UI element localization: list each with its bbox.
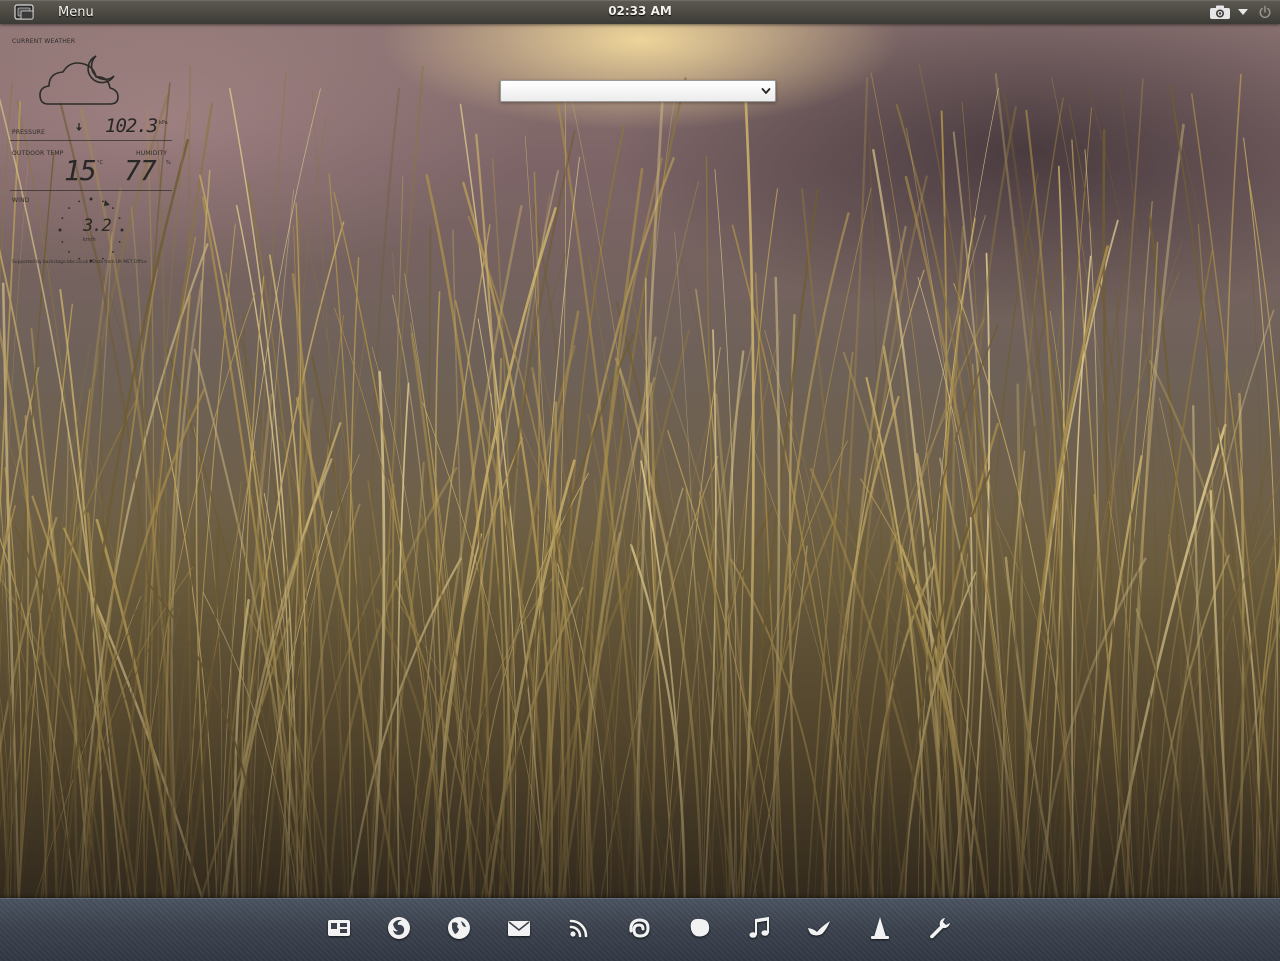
dock-item-browser[interactable]: [444, 913, 474, 943]
chat-spiral-icon: [629, 918, 650, 938]
mail-icon: [508, 921, 530, 936]
top-panel: Menu 02:33 AM: [0, 0, 1280, 24]
weather-widget: CURRENT WEATHER PRESSURE 102.3 kPa OUTDO…: [10, 36, 174, 272]
dock-item-files[interactable]: [324, 913, 354, 943]
dock-item-settings[interactable]: [925, 913, 955, 943]
divider: [10, 190, 172, 191]
pressure-unit: kPa: [159, 120, 168, 126]
firefox-icon: [388, 917, 410, 939]
outdoor-temp-value: 15: [64, 154, 97, 187]
dock-item-mail[interactable]: [504, 913, 534, 943]
camera-icon[interactable]: [1208, 4, 1232, 20]
dock-item-vlc[interactable]: [865, 913, 895, 943]
grass-wallpaper-image: [0, 64, 1280, 900]
dock-item-music[interactable]: [744, 913, 774, 943]
music-note-icon: [749, 916, 769, 938]
temp-unit: °C: [97, 160, 103, 166]
files-icon: [328, 920, 350, 936]
wind-value: 3.2: [83, 216, 112, 236]
dock-item-firefox[interactable]: [384, 913, 414, 943]
cloud-moon-icon: [39, 55, 119, 105]
weather-credits: Supported by backstage.bbc.co.uk / Data …: [12, 260, 147, 265]
panel-clock[interactable]: 02:33 AM: [608, 4, 672, 18]
power-icon[interactable]: [1258, 5, 1272, 19]
humidity-unit: %: [166, 160, 171, 166]
dock: [0, 898, 1280, 961]
desktop-wallpaper: [0, 0, 1280, 960]
weather-title: CURRENT WEATHER: [12, 38, 76, 45]
humidity-value: 77: [124, 154, 157, 187]
pressure-falling-icon: [76, 123, 82, 131]
pressure-label: PRESSURE: [12, 129, 46, 136]
browser-globe-icon: [448, 917, 470, 939]
dock-item-notes[interactable]: [685, 913, 715, 943]
dock-item-chat[interactable]: [624, 913, 654, 943]
wind-label: WIND: [12, 197, 30, 204]
outdoor-temp-label: OUTDOOR TEMP: [12, 150, 64, 157]
dock-item-bird[interactable]: [804, 913, 834, 943]
notes-icon: [690, 918, 710, 937]
bird-client-icon: [808, 921, 830, 936]
wind-unit: km/h: [83, 237, 96, 243]
rss-feed-icon: [569, 919, 588, 938]
system-tray: [1208, 0, 1276, 24]
menu-button[interactable]: Menu: [10, 0, 94, 24]
menu-label: Menu: [58, 4, 94, 20]
menu-logo-icon: [14, 4, 34, 20]
dropdown-arrow-icon[interactable]: [1236, 5, 1250, 19]
vlc-cone-icon: [871, 917, 889, 939]
pressure-value: 102.3: [105, 115, 158, 137]
address-combobox[interactable]: [500, 80, 776, 102]
divider: [10, 140, 172, 141]
settings-wrench-icon: [930, 918, 950, 939]
dock-item-rss[interactable]: [564, 913, 594, 943]
chevron-down-icon[interactable]: [760, 85, 772, 97]
